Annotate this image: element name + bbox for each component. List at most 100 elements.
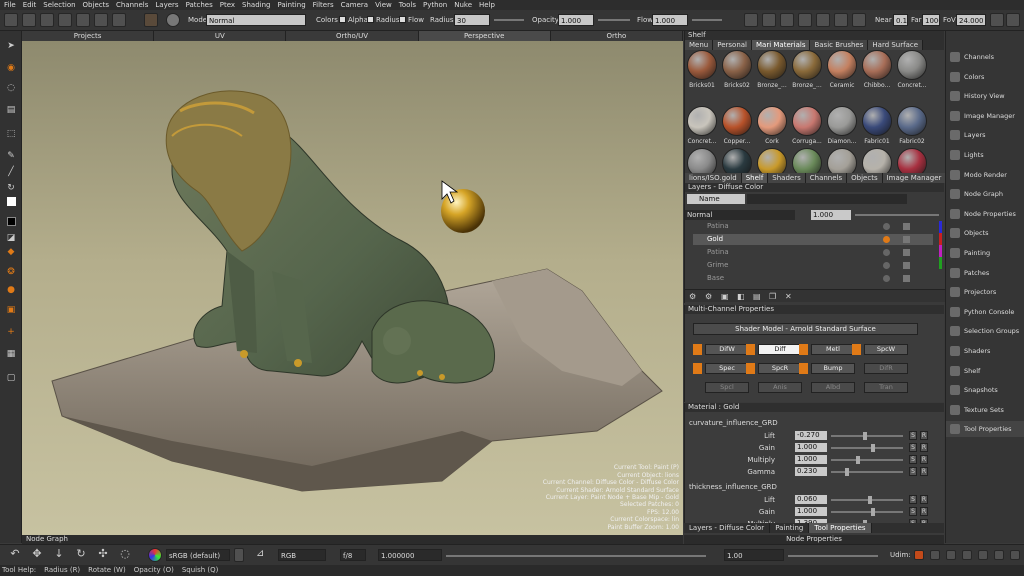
layer-visibility-icon[interactable] xyxy=(883,275,890,282)
param-r-button[interactable]: R xyxy=(920,443,928,452)
group-icon[interactable]: ▤ xyxy=(753,292,761,301)
lighting-icon[interactable] xyxy=(816,13,830,27)
param-slider-handle[interactable] xyxy=(870,444,875,452)
paint-target-icon[interactable] xyxy=(144,13,158,27)
colorspace-dropdown[interactable]: sRGB (default) xyxy=(166,549,230,561)
material-swatch[interactable]: Concret... xyxy=(895,50,929,89)
blend-mode-dropdown[interactable]: Normal xyxy=(685,210,795,220)
menu-nuke[interactable]: Nuke xyxy=(454,1,472,9)
shelf-tab-personal[interactable]: Personal xyxy=(713,40,752,50)
channel-toggle[interactable] xyxy=(746,344,755,355)
smear-tool-icon[interactable]: ● xyxy=(4,283,18,296)
param-value-input[interactable]: 1.000 xyxy=(795,455,827,464)
shelf-tab-basic-brushes[interactable]: Basic Brushes xyxy=(810,40,869,50)
channel-button-spcl[interactable]: Spcl xyxy=(705,382,749,393)
new-icon[interactable] xyxy=(4,13,18,27)
channel-toggle[interactable] xyxy=(693,363,702,374)
palette-item-snapshots[interactable]: Snapshots xyxy=(946,382,1024,398)
palette-item-shelf[interactable]: Shelf xyxy=(946,363,1024,379)
shelf-tab-hard-surface[interactable]: Hard Surface xyxy=(868,40,924,50)
layer-opacity-input[interactable]: 1.000 xyxy=(811,210,851,220)
layer-visibility-icon[interactable] xyxy=(883,262,890,269)
palette-item-modo-render[interactable]: Modo Render xyxy=(946,167,1024,183)
material-swatch[interactable]: Diamon... xyxy=(825,106,859,145)
properties-tab-painting[interactable]: Painting xyxy=(770,523,810,533)
param-slider-handle[interactable] xyxy=(856,456,861,464)
layer-lock-icon[interactable] xyxy=(903,275,910,282)
channel-button-difw[interactable]: DifW xyxy=(705,344,749,355)
menu-python[interactable]: Python xyxy=(423,1,447,9)
param-value-input[interactable]: -0.270 xyxy=(795,431,827,440)
palette-item-shaders[interactable]: Shaders xyxy=(946,343,1024,359)
menu-layers[interactable]: Layers xyxy=(155,1,178,9)
menu-ptex[interactable]: Ptex xyxy=(220,1,235,9)
save-icon[interactable] xyxy=(40,13,54,27)
open-icon[interactable] xyxy=(22,13,36,27)
shelf-bottom-tab-image-manager[interactable]: Image Manager xyxy=(882,173,947,183)
fov-input[interactable]: 24.000 xyxy=(956,14,986,26)
add-tool-icon[interactable]: + xyxy=(4,325,18,338)
palette-item-painting[interactable]: Painting xyxy=(946,245,1024,261)
paint-tool-icon[interactable]: ◉ xyxy=(4,61,18,74)
material-swatch[interactable]: Bronze_... xyxy=(790,50,824,89)
param-r-button[interactable]: R xyxy=(920,431,928,440)
material-swatch[interactable]: Bronze_... xyxy=(755,50,789,89)
menu-selection[interactable]: Selection xyxy=(43,1,75,9)
rotate-icon[interactable]: ↻ xyxy=(74,548,88,562)
mask-icon[interactable]: ◧ xyxy=(737,292,745,301)
channel-button-spcw[interactable]: SpcW xyxy=(864,344,908,355)
layer-filter-dropdown[interactable]: Name xyxy=(687,194,745,204)
param-s-button[interactable]: S xyxy=(909,443,917,452)
flow-input[interactable]: 1.000 xyxy=(652,14,688,26)
udim-option-1[interactable] xyxy=(930,550,940,560)
view-icon[interactable] xyxy=(762,13,776,27)
param-s-button[interactable]: S xyxy=(909,455,917,464)
palette-item-projectors[interactable]: Projectors xyxy=(946,284,1024,300)
viewport-tab-ortho-uv[interactable]: Ortho/UV xyxy=(286,31,419,41)
material-swatch[interactable]: Bricks01 xyxy=(685,50,719,89)
menu-channels[interactable]: Channels xyxy=(116,1,148,9)
shading-icon[interactable] xyxy=(798,13,812,27)
param-value-input[interactable]: 1.000 xyxy=(795,443,827,452)
material-swatch[interactable]: Cork xyxy=(755,106,789,145)
shelf-bottom-tab-shaders[interactable]: Shaders xyxy=(768,173,806,183)
node-graph-bar[interactable]: Node Graph xyxy=(22,535,683,544)
channel-button-diff[interactable]: Diff xyxy=(758,344,802,355)
delete-layer-icon[interactable]: ✕ xyxy=(785,292,792,301)
rotate-tool-icon[interactable]: ↻ xyxy=(4,181,18,194)
radius-checkbox[interactable] xyxy=(367,16,374,23)
channel-toggle[interactable] xyxy=(799,344,808,355)
shelf-bottom-tab-lions-iso-gold[interactable]: lions/ISO.gold xyxy=(685,173,742,183)
param-slider[interactable] xyxy=(831,459,903,461)
adjustment-layer-icon[interactable]: ⚙ xyxy=(705,292,712,301)
layer-lock-icon[interactable] xyxy=(903,262,910,269)
foreground-color-swatch[interactable] xyxy=(4,195,18,208)
param-slider-handle[interactable] xyxy=(870,508,875,516)
flow-slider[interactable] xyxy=(692,19,722,21)
viewport-tab-perspective[interactable]: Perspective xyxy=(418,31,551,41)
shelf-tab-menu[interactable]: Menu xyxy=(685,40,714,50)
alpha-checkbox[interactable] xyxy=(339,16,346,23)
palette-item-history-view[interactable]: History View xyxy=(946,88,1024,104)
param-slider[interactable] xyxy=(831,471,903,473)
layer-visibility-icon[interactable] xyxy=(883,249,890,256)
menu-filters[interactable]: Filters xyxy=(313,1,334,9)
select-tool-icon[interactable]: ➤ xyxy=(4,39,18,52)
palette-item-colors[interactable]: Colors xyxy=(946,69,1024,85)
layer-lock-icon[interactable] xyxy=(903,236,910,243)
channel-button-metl[interactable]: Metl xyxy=(811,344,855,355)
pen-tool-icon[interactable]: ✎ xyxy=(4,149,18,162)
properties-tab-tool-properties[interactable]: Tool Properties xyxy=(809,523,872,533)
circle-dash-icon[interactable]: ◌ xyxy=(118,548,132,562)
projection-tool-icon[interactable]: ▦ xyxy=(4,347,18,360)
blur-tool-icon[interactable]: ▣ xyxy=(4,303,18,316)
palette-item-lights[interactable]: Lights xyxy=(946,147,1024,163)
channel-toggle[interactable] xyxy=(852,344,861,355)
camera-icon[interactable] xyxy=(834,13,848,27)
channel-button-tran[interactable]: Tran xyxy=(864,382,908,393)
palette-item-image-manager[interactable]: Image Manager xyxy=(946,108,1024,124)
layer-filter-input[interactable] xyxy=(747,194,907,204)
udim-option-4[interactable] xyxy=(978,550,988,560)
channel-toggle[interactable] xyxy=(799,363,808,374)
material-swatch[interactable]: Chibbo... xyxy=(860,50,894,89)
